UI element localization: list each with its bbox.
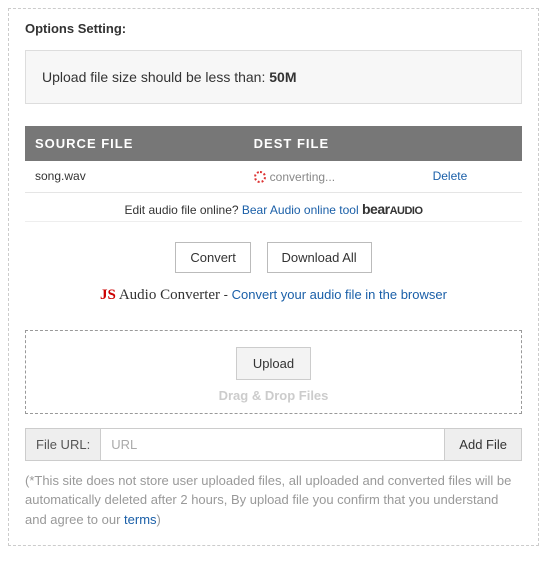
files-table: SOURCE FILE DEST FILE song.wav convertin… <box>25 126 522 193</box>
url-label: File URL: <box>26 429 101 460</box>
js-audio-logo: JS Audio Converter <box>100 287 220 302</box>
cell-dest: converting... <box>244 161 423 192</box>
convert-button[interactable]: Convert <box>175 242 251 273</box>
browser-convert-link[interactable]: Convert your audio file in the browser <box>232 287 447 302</box>
upload-button[interactable]: Upload <box>236 347 311 380</box>
panel-title: Options Setting: <box>25 21 522 36</box>
disclaimer: (*This site does not store user uploaded… <box>25 471 522 530</box>
add-file-button[interactable]: Add File <box>444 429 521 460</box>
options-panel: Options Setting: Upload file size should… <box>8 8 539 546</box>
bear-audio-logo: bearAUDIO <box>362 203 423 217</box>
col-actions <box>423 126 522 161</box>
disclaimer-suffix: ) <box>157 512 161 527</box>
col-dest: DEST FILE <box>244 126 423 161</box>
col-source: SOURCE FILE <box>25 126 244 161</box>
upload-size-notice: Upload file size should be less than: 50… <box>25 50 522 104</box>
url-input[interactable] <box>101 429 444 460</box>
delete-link[interactable]: Delete <box>433 169 468 183</box>
notice-text: Upload file size should be less than: <box>42 69 269 85</box>
jsline-sep: - <box>220 287 232 302</box>
cell-action: Delete <box>423 161 522 192</box>
disclaimer-text: (*This site does not store user uploaded… <box>25 473 511 527</box>
spinner-icon <box>254 171 266 183</box>
terms-link[interactable]: terms <box>124 512 157 527</box>
drop-hint: Drag & Drop Files <box>26 388 521 403</box>
url-row: File URL: Add File <box>25 428 522 461</box>
js-converter-line: JS Audio Converter - Convert your audio … <box>25 287 522 304</box>
download-all-button[interactable]: Download All <box>267 242 372 273</box>
action-buttons-row: Convert Download All <box>25 242 522 273</box>
dropzone[interactable]: Upload Drag & Drop Files <box>25 330 522 414</box>
editline-prefix: Edit audio file online? <box>124 203 241 217</box>
edit-audio-line: Edit audio file online? Bear Audio onlin… <box>25 193 522 222</box>
notice-limit: 50M <box>269 69 296 85</box>
table-row: song.wav converting... Delete <box>25 161 522 192</box>
bear-audio-link[interactable]: Bear Audio online tool <box>242 203 359 217</box>
cell-source: song.wav <box>25 161 244 192</box>
status-text: converting... <box>270 170 335 184</box>
